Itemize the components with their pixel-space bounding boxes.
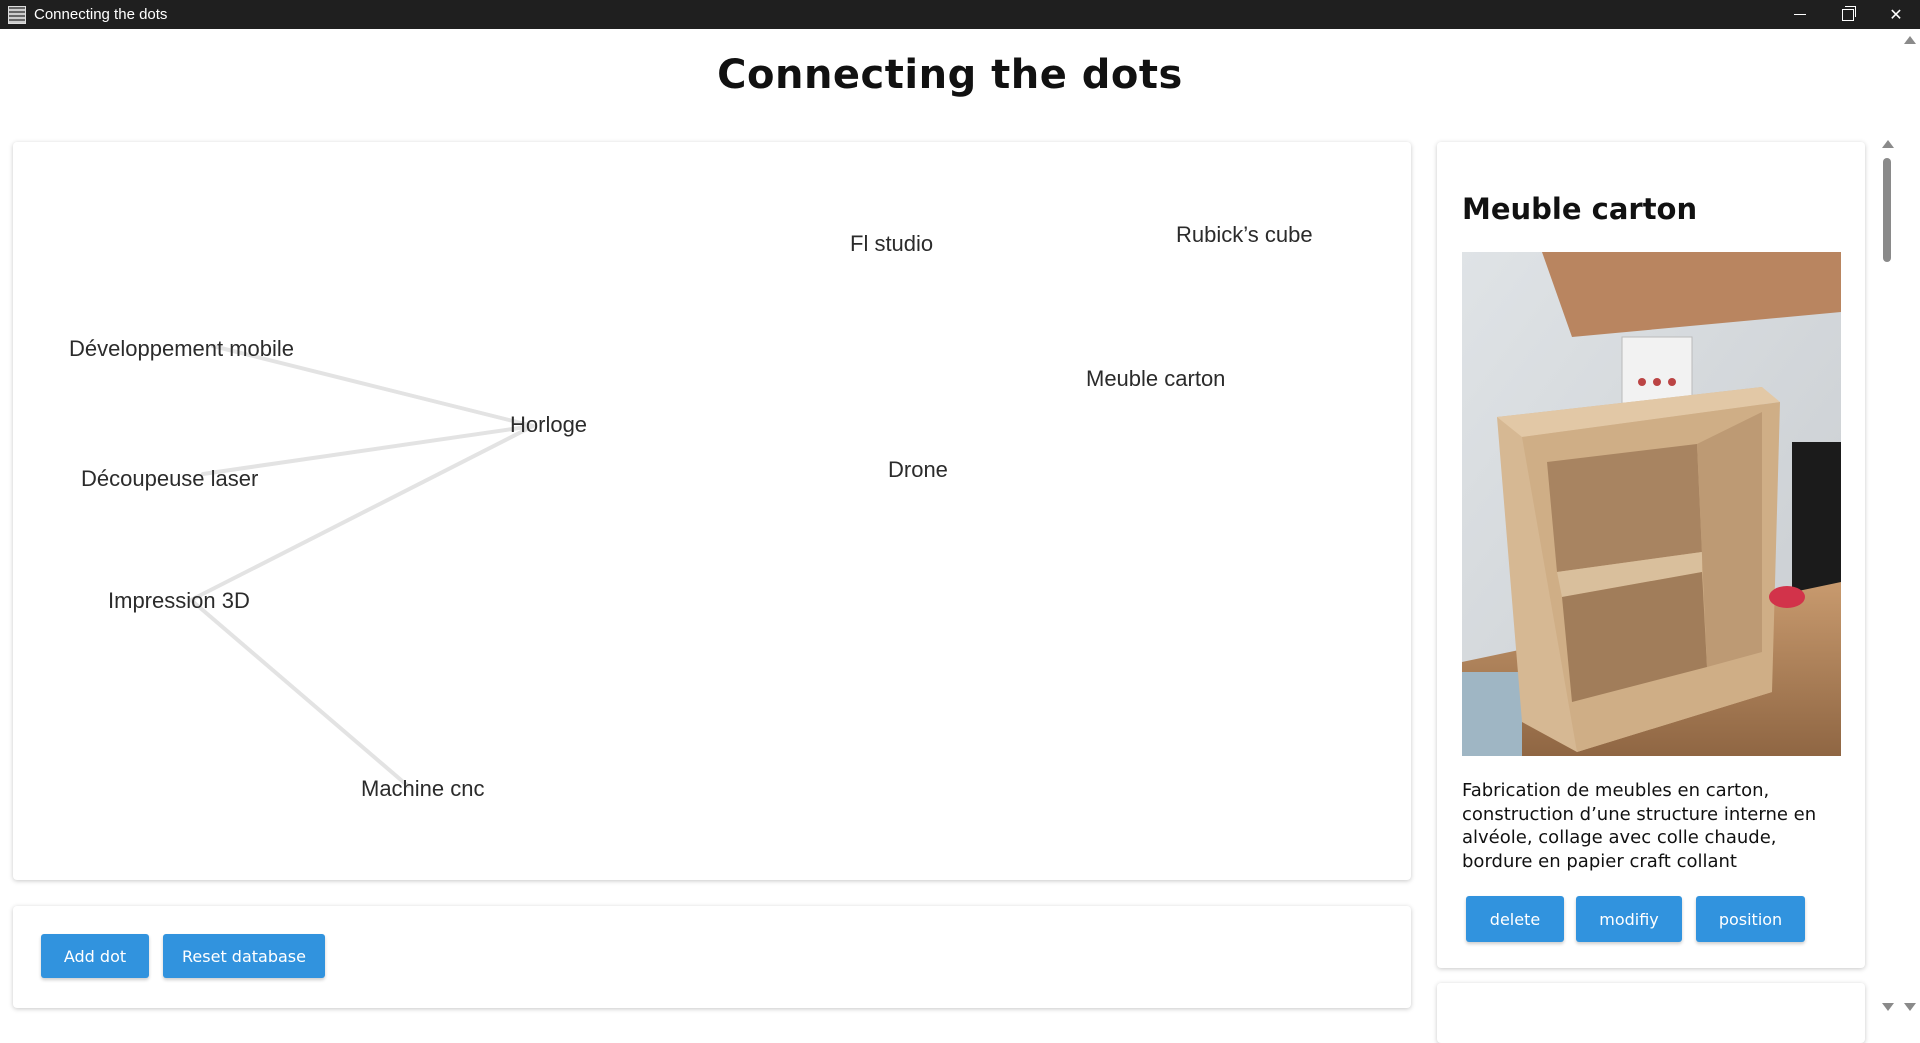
cardboard-furniture-image <box>1462 252 1841 756</box>
scroll-down-arrow-icon[interactable] <box>1882 1003 1894 1011</box>
dot-cnc[interactable]: Machine cnc <box>361 776 485 801</box>
dot-horloge[interactable]: Horloge <box>510 412 587 437</box>
edge-impression-cnc <box>189 598 410 788</box>
next-detail-card <box>1437 983 1865 1043</box>
dot-impression[interactable]: Impression 3D <box>108 588 250 613</box>
edges-layer <box>189 344 535 788</box>
controls-panel: Add dot Reset database <box>13 906 1411 1008</box>
close-icon: ✕ <box>1889 5 1903 24</box>
graph-canvas[interactable]: Fl studio Rubick’s cube Développement mobi… <box>13 142 1411 880</box>
page-scroll-down-icon[interactable] <box>1904 1003 1916 1011</box>
minimize-icon <box>1794 14 1806 15</box>
window-title: Connecting the dots <box>34 6 168 23</box>
nodes-layer: Fl studio Rubick’s cube Développement mobi… <box>69 222 1313 801</box>
detail-panel: Meuble carton Fabrication de meubles en … <box>1437 142 1865 968</box>
add-dot-button[interactable]: Add dot <box>41 934 149 978</box>
modify-button[interactable]: modifiy <box>1576 896 1682 942</box>
dot-meuble[interactable]: Meuble carton <box>1086 366 1225 391</box>
detail-description: Fabrication de meubles en carton, constr… <box>1462 780 1817 872</box>
reset-database-button[interactable]: Reset database <box>163 934 325 978</box>
position-button[interactable]: position <box>1696 896 1805 942</box>
minimize-button[interactable] <box>1776 0 1824 29</box>
dot-devmobile[interactable]: Développement mobile <box>69 336 294 361</box>
dot-laser[interactable]: Découpeuse laser <box>81 466 258 491</box>
restore-icon <box>1842 5 1856 21</box>
app-icon <box>8 5 26 24</box>
dot-rubick[interactable]: Rubick’s cube <box>1176 222 1313 247</box>
window-titlebar: Connecting the dots ✕ <box>0 0 1920 29</box>
close-button[interactable]: ✕ <box>1872 0 1920 29</box>
page-scroll-up-icon[interactable] <box>1904 36 1916 44</box>
dot-fl[interactable]: Fl studio <box>850 231 933 256</box>
scroll-thumb[interactable] <box>1883 158 1891 262</box>
scroll-up-arrow-icon[interactable] <box>1882 140 1894 148</box>
panel-scrollbar[interactable] <box>1878 138 1896 1018</box>
page-title: Connecting the dots <box>717 52 1183 98</box>
graph-svg: Fl studio Rubick’s cube Développement mobi… <box>69 222 1313 801</box>
detail-photo <box>1462 252 1841 756</box>
delete-button[interactable]: delete <box>1466 896 1564 942</box>
detail-title: Meuble carton <box>1462 192 1698 226</box>
maximize-button[interactable] <box>1824 0 1872 29</box>
dot-drone[interactable]: Drone <box>888 457 948 482</box>
window-controls: ✕ <box>1776 0 1920 29</box>
